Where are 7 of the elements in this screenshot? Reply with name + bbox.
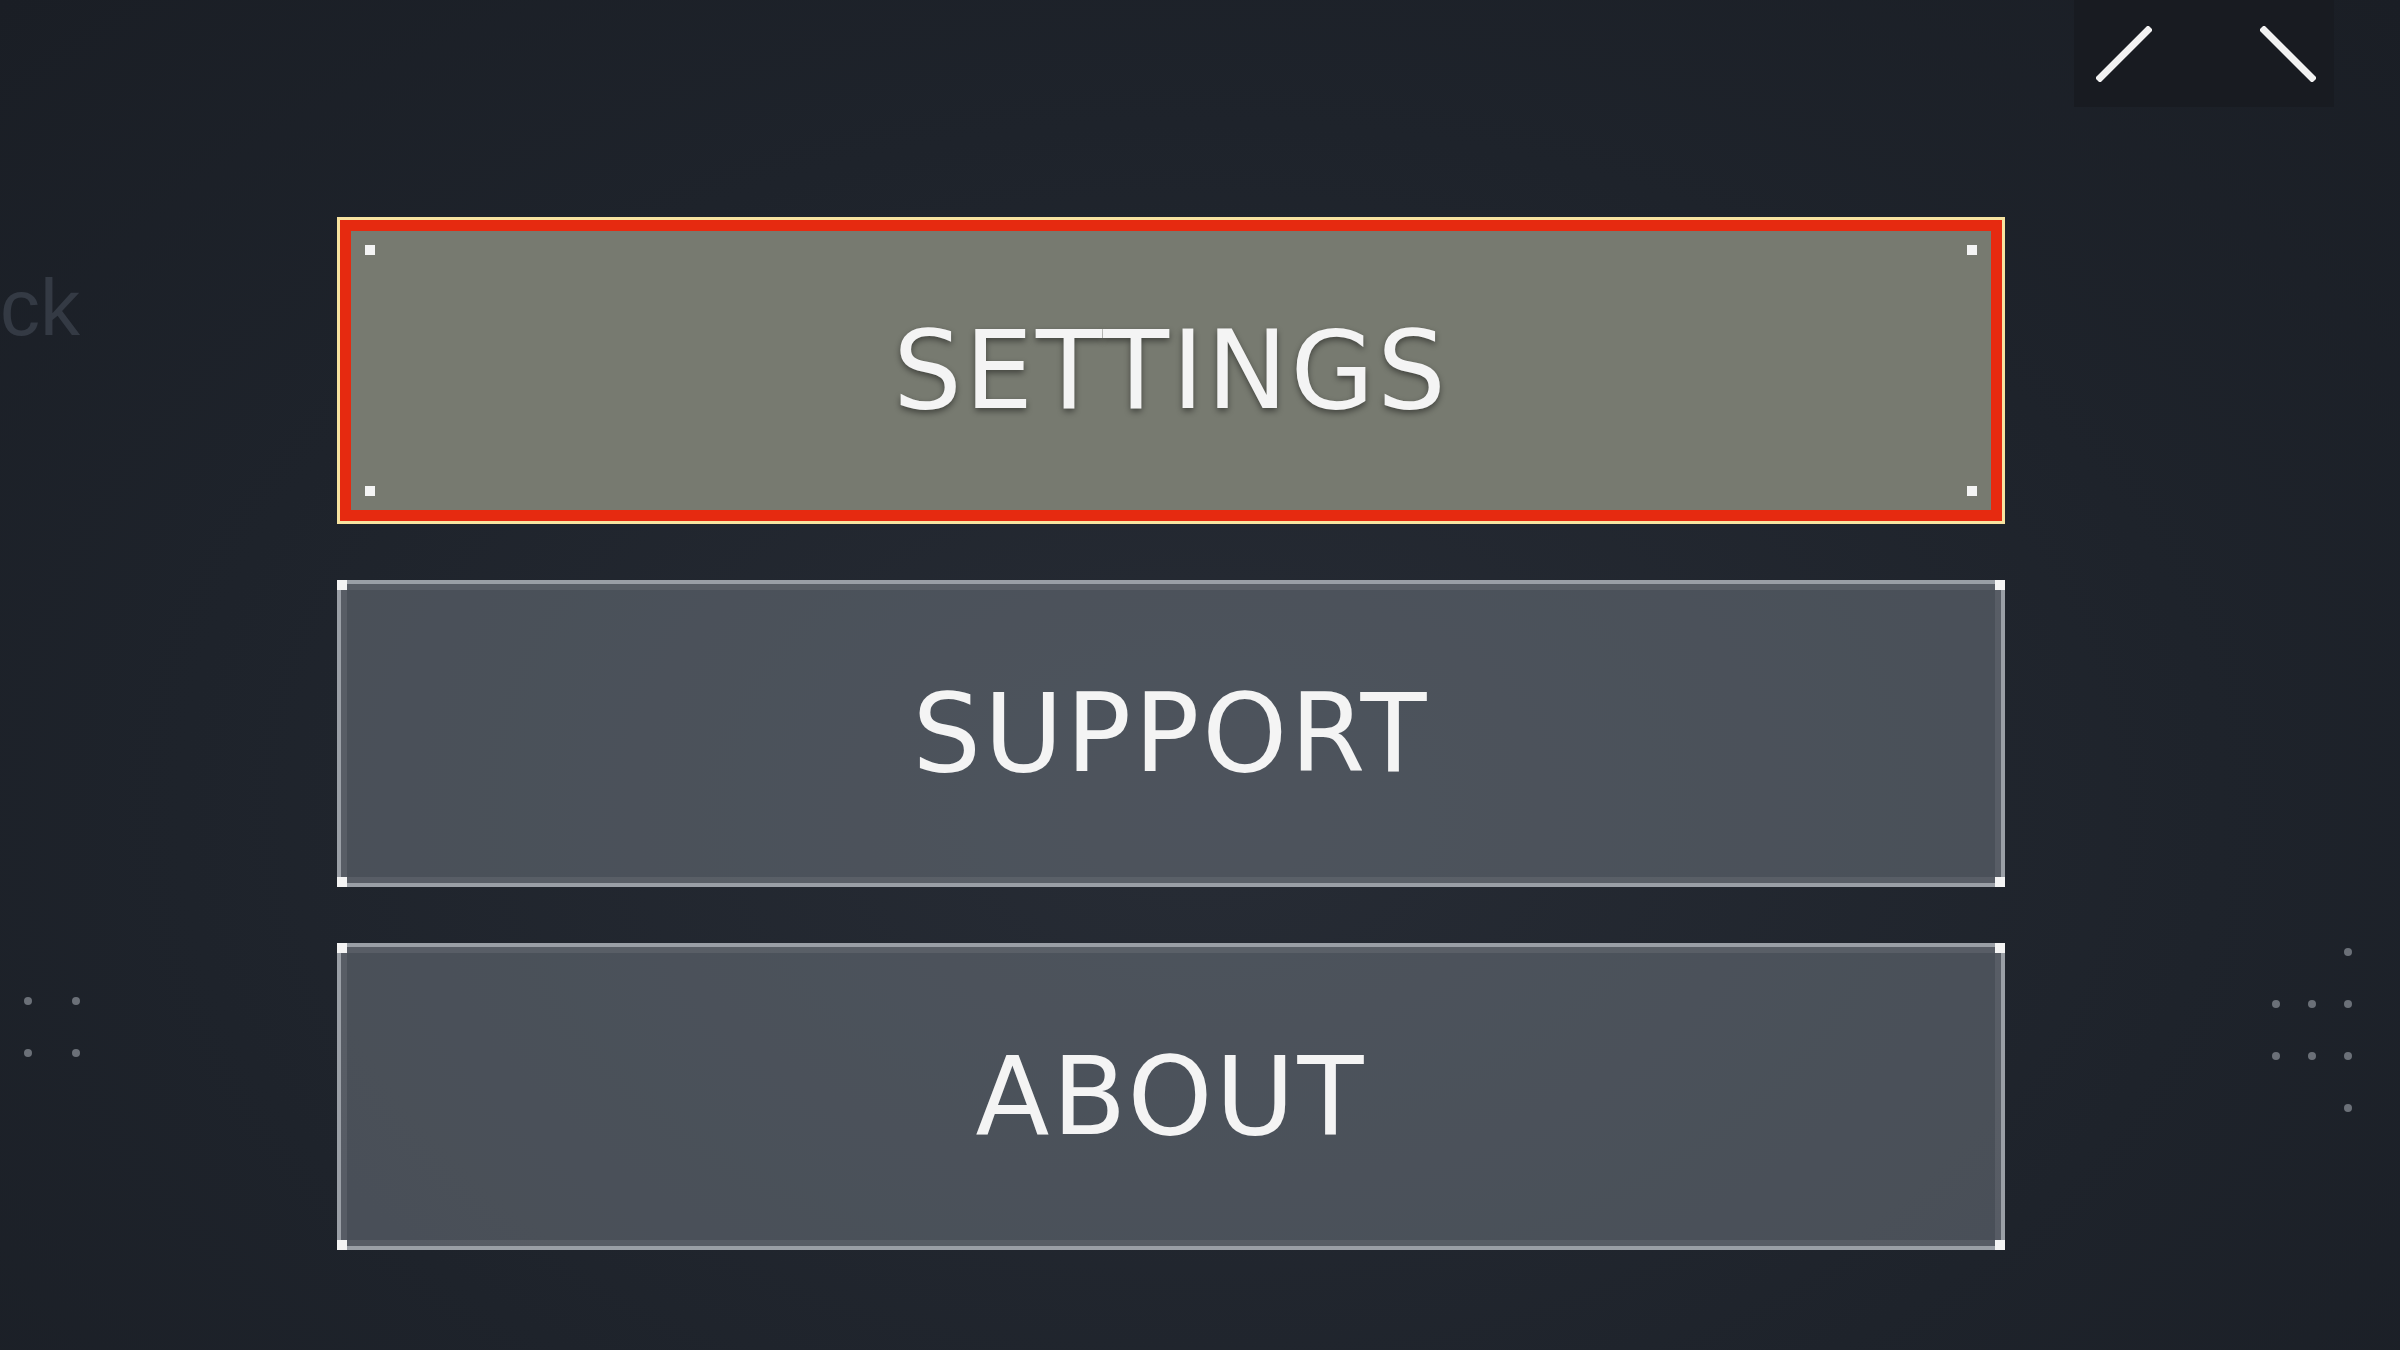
menu-button[interactable]: ABOUT xyxy=(337,943,2005,1250)
backslash-icon[interactable] xyxy=(2260,25,2316,82)
menu-button[interactable]: SETTINGS xyxy=(337,217,2005,524)
menu-button[interactable]: SUPPORT xyxy=(337,580,2005,887)
dots-decoration-icon xyxy=(2270,946,2354,1114)
dots-decoration-icon xyxy=(22,995,82,1059)
slash-icon[interactable] xyxy=(2096,25,2152,82)
